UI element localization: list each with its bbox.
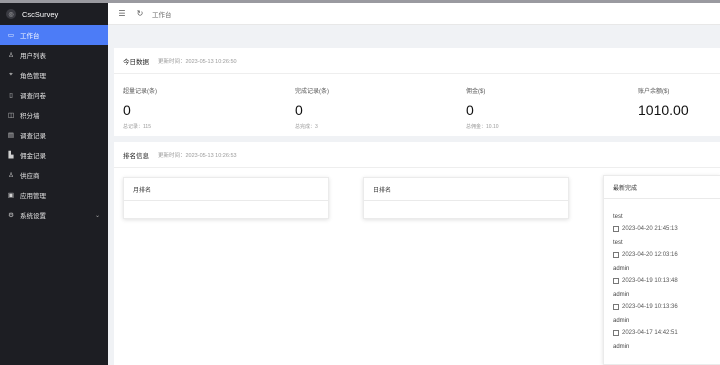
update-time: 更新时间：2023-05-13 10:26:50 — [158, 58, 237, 65]
sidebar-item-users[interactable]: ♙ 用户列表 — [0, 45, 108, 65]
sidebar-item-commission-records[interactable]: ▙ 佣金记录 — [0, 145, 108, 165]
sidebar-item-roles[interactable]: ⌖ 角色管理 — [0, 65, 108, 85]
today-data-card: 今日数据 更新时间：2023-05-13 10:26:50 超量记录(条) 0 … — [114, 48, 720, 136]
clipboard-icon: ▤ — [7, 132, 15, 139]
record-time-text: 2023-04-19 10:13:36 — [622, 304, 678, 310]
record-user: admin — [613, 344, 630, 350]
record-time-text: 2023-04-19 10:13:48 — [622, 278, 678, 284]
card-title: 排名信息 — [123, 152, 149, 160]
record-user: admin — [613, 292, 630, 298]
book-icon: ▯ — [9, 92, 13, 99]
sidebar: ◎ CscSurvey ▭ 工作台 ♙ 用户列表 ⌖ 角色管理 ▯ 调查问卷 ◫… — [0, 3, 108, 365]
user-icon: ♙ — [8, 52, 14, 59]
stat-label: 超量记录(条) — [123, 89, 157, 95]
record-user: test — [613, 214, 623, 220]
record-user: admin — [613, 318, 630, 324]
record-time: 2023-04-20 21:45:13 — [613, 226, 720, 232]
record-user: test — [613, 240, 623, 246]
sidebar-item-label: 用户列表 — [20, 53, 46, 60]
stat-sub: 总完成：3 — [295, 124, 318, 130]
app-icon: ▣ — [7, 192, 15, 199]
list-item: admin 2023-04-19 10:13:48 — [604, 266, 720, 284]
sidebar-item-settings[interactable]: ⚙ 系统设置 ⌄ — [0, 205, 108, 225]
calendar-icon — [613, 330, 619, 336]
record-user: admin — [613, 266, 630, 272]
card-title: 今日数据 — [123, 58, 149, 66]
app-root: ◎ CscSurvey ▭ 工作台 ♙ 用户列表 ⌖ 角色管理 ▯ 调查问卷 ◫… — [0, 0, 720, 365]
sidebar-item-label: 角色管理 — [20, 73, 46, 80]
sidebar-item-label: 应用管理 — [20, 193, 46, 200]
list-item: test 2023-04-20 21:45:13 — [604, 214, 720, 232]
calendar-icon — [613, 226, 619, 232]
stat-label: 佣金($) — [466, 89, 486, 95]
brand: ◎ CscSurvey — [0, 3, 108, 25]
top-header: ☰ ↻ 工作台 — [108, 3, 720, 25]
stat-completed: 完成记录(条) 0 总完成：3 — [295, 86, 329, 130]
calendar-icon — [613, 252, 619, 258]
sidebar-item-suppliers[interactable]: ♙ 供应商 — [0, 165, 108, 185]
card-header: 今日数据 更新时间：2023-05-13 10:26:50 — [114, 48, 720, 74]
stat-label: 账户余额($) — [638, 89, 670, 95]
stat-balance: 账户余额($) 1010.00 — [638, 86, 689, 118]
brand-name: CscSurvey — [22, 9, 59, 19]
gift-icon: ◫ — [7, 112, 15, 119]
panel-title: 月排名 — [124, 178, 328, 201]
daily-ranking-panel: 日排名 — [363, 177, 569, 219]
record-time: 2023-04-17 14:42:51 — [613, 330, 720, 336]
update-time: 更新时间：2023-05-13 10:26:53 — [158, 152, 237, 159]
card-header: 排名信息 更新时间：2023-05-13 10:26:53 — [114, 142, 720, 168]
record-time: 2023-04-19 10:13:36 — [613, 304, 720, 310]
panel-title: 最新完成 — [604, 176, 720, 199]
stat-sub: 总佣金：10.10 — [466, 124, 499, 130]
supplier-icon: ♙ — [8, 172, 14, 179]
monitor-icon: ▭ — [7, 32, 15, 39]
breadcrumb: 工作台 — [152, 11, 172, 19]
sidebar-item-survey-records[interactable]: ▤ 调查记录 — [0, 125, 108, 145]
sidebar-item-points-wall[interactable]: ◫ 积分墙 — [0, 105, 108, 125]
sidebar-item-label: 调查问卷 — [20, 93, 46, 100]
logo-icon: ◎ — [6, 9, 16, 19]
sidebar-item-label: 调查记录 — [20, 133, 46, 140]
refresh-icon[interactable]: ↻ — [134, 9, 146, 18]
menu-toggle-icon[interactable]: ☰ — [116, 9, 128, 18]
calendar-icon — [613, 278, 619, 284]
stat-sub: 总记录：115 — [123, 124, 151, 130]
sidebar-item-dashboard[interactable]: ▭ 工作台 — [0, 25, 108, 45]
gear-icon: ⚙ — [8, 212, 14, 219]
stat-commission: 佣金($) 0 总佣金：10.10 — [466, 86, 499, 130]
list-item: admin — [604, 344, 720, 350]
latest-completed-panel: 最新完成 test 2023-04-20 21:45:13 test 2023-… — [603, 175, 720, 365]
sidebar-item-label: 佣金记录 — [20, 153, 46, 160]
stat-value: 1010.00 — [638, 102, 689, 118]
sidebar-item-label: 积分墙 — [20, 113, 40, 120]
list-item: test 2023-04-20 12:03:16 — [604, 240, 720, 258]
location-icon: ⌖ — [9, 71, 13, 78]
stat-value: 0 — [295, 102, 303, 118]
record-time: 2023-04-19 10:13:48 — [613, 278, 720, 284]
record-time-text: 2023-04-20 12:03:16 — [622, 252, 678, 258]
record-time-text: 2023-04-20 21:45:13 — [622, 226, 678, 232]
stat-value: 0 — [466, 102, 474, 118]
monthly-ranking-panel: 月排名 — [123, 177, 329, 219]
chevron-down-icon: ⌄ — [94, 212, 100, 219]
list-item: admin 2023-04-19 10:13:36 — [604, 292, 720, 310]
sidebar-item-surveys[interactable]: ▯ 调查问卷 — [0, 85, 108, 105]
sidebar-item-apps[interactable]: ▣ 应用管理 — [0, 185, 108, 205]
stat-label: 完成记录(条) — [295, 89, 329, 95]
record-time: 2023-04-20 12:03:16 — [613, 252, 720, 258]
sidebar-item-label: 供应商 — [20, 173, 40, 180]
calendar-icon — [613, 304, 619, 310]
sidebar-item-label: 系统设置 — [20, 213, 46, 220]
list-item: admin 2023-04-17 14:42:51 — [604, 318, 720, 336]
ranking-card: 排名信息 更新时间：2023-05-13 10:26:53 月排名 日排名 最新… — [114, 142, 720, 365]
thumbs-up-icon: ▙ — [8, 152, 14, 159]
stat-over-quota: 超量记录(条) 0 总记录：115 — [123, 86, 157, 130]
record-time-text: 2023-04-17 14:42:51 — [622, 330, 678, 336]
stat-value: 0 — [123, 102, 131, 118]
panel-title: 日排名 — [364, 178, 568, 201]
sidebar-item-label: 工作台 — [20, 33, 40, 40]
